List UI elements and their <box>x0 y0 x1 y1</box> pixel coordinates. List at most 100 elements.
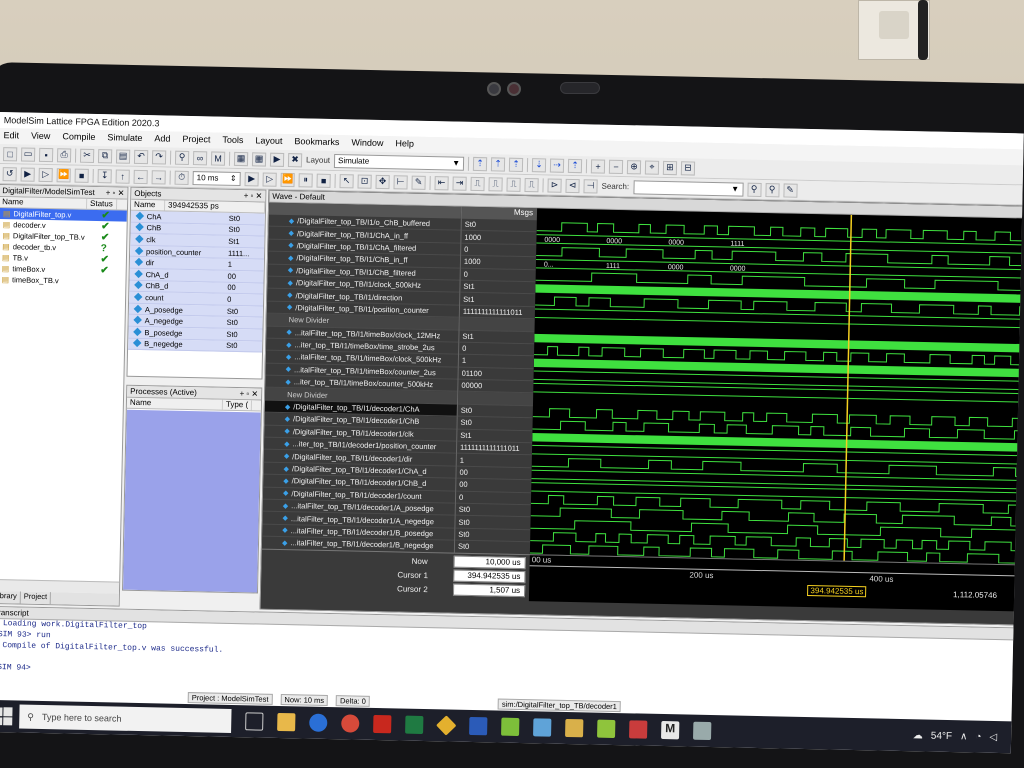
edge-rise-icon[interactable]: ⎍ <box>470 176 485 191</box>
edge-prev-icon[interactable]: ⇤ <box>434 175 449 190</box>
app-red-icon[interactable] <box>629 720 648 739</box>
save-icon[interactable]: ▪ <box>38 147 54 162</box>
pane-controls-icon[interactable]: + ▫ ✕ <box>106 188 125 197</box>
stop-2-icon[interactable]: ■ <box>316 173 331 188</box>
modelsim-icon[interactable]: M <box>210 150 226 166</box>
compile-all-icon[interactable]: ▦ <box>251 151 267 167</box>
menu-item-bookmarks[interactable]: Bookmarks <box>294 136 339 149</box>
column-type[interactable]: Type ( <box>222 399 253 411</box>
windows-start-icon[interactable] <box>0 705 14 727</box>
edge-bus-icon[interactable]: ⎍ <box>524 177 539 192</box>
menu-item-view[interactable]: View <box>31 131 51 143</box>
waveform-canvas[interactable]: 0000 0000 0000 1111 0... 1111 0000 0000 <box>529 208 1024 565</box>
step-icon[interactable]: ⇡ <box>472 156 488 171</box>
cursor2-flag[interactable]: 1,112.05746 <box>953 590 997 600</box>
step-back-icon[interactable]: ⇣ <box>531 157 547 172</box>
modelsim-task-icon[interactable]: M <box>661 720 680 740</box>
excel-icon[interactable] <box>405 715 424 734</box>
app-blue-icon[interactable] <box>533 718 552 737</box>
taskbar-search[interactable]: ⚲ Type here to search <box>19 704 232 733</box>
continue-icon[interactable]: ⇢ <box>549 158 565 173</box>
zoom-in-icon[interactable]: + <box>590 158 606 174</box>
weather-icon[interactable]: ☁ <box>913 730 923 741</box>
search-options-icon[interactable]: ✎ <box>782 182 798 198</box>
edge-fall-icon[interactable]: ⎍ <box>488 176 503 192</box>
menu-item-compile[interactable]: Compile <box>62 131 95 144</box>
volume-icon[interactable]: ◁ <box>989 731 997 742</box>
continue-run-icon[interactable]: ▷ <box>38 167 53 182</box>
edit-mode-icon[interactable]: ✎ <box>411 175 426 190</box>
column-name[interactable]: Name <box>126 397 224 410</box>
collapse-icon[interactable]: ⊲ <box>565 178 580 193</box>
stop-icon[interactable]: ■ <box>74 168 89 183</box>
file-explorer-icon[interactable] <box>277 712 296 732</box>
menu-item-tools[interactable]: Tools <box>222 135 243 147</box>
cut-icon[interactable]: ✂ <box>79 148 95 163</box>
search-go-icon[interactable]: ⚲ <box>746 182 762 197</box>
menu-item-project[interactable]: Project <box>182 134 210 147</box>
object-filter[interactable]: 394942535 ps <box>164 200 266 213</box>
object-row[interactable]: B_negedge St0 <box>128 338 263 353</box>
weather-temp[interactable]: 54°F <box>931 730 952 741</box>
app-yellow-icon[interactable] <box>565 718 584 738</box>
menu-item-layout[interactable]: Layout <box>255 135 282 148</box>
menu-item-add[interactable]: Add <box>154 133 170 145</box>
menu-item-window[interactable]: Window <box>351 137 383 150</box>
right-icon[interactable]: → <box>151 169 166 184</box>
cursor1-flag[interactable]: 394.942535 us <box>807 585 867 598</box>
cursor2-label[interactable]: Cursor 2 <box>397 584 428 597</box>
binoculars-icon[interactable]: ∞ <box>192 150 208 165</box>
redo-icon[interactable]: ↷ <box>151 149 167 164</box>
run-length-input[interactable]: 10 ms ⇕ <box>192 170 241 186</box>
cursor2-value[interactable]: 1,507 us <box>452 583 526 598</box>
cursor1-label[interactable]: Cursor 1 <box>397 570 428 583</box>
paste-icon[interactable]: ▤ <box>115 148 131 164</box>
break-icon[interactable]: ✖ <box>287 152 303 167</box>
copy-icon[interactable]: ⧉ <box>97 148 113 163</box>
compile-icon[interactable]: ▦ <box>233 151 249 166</box>
edge-icon[interactable] <box>309 713 328 732</box>
select-mode-icon[interactable]: ↖ <box>339 173 354 188</box>
column-status[interactable]: Status <box>86 198 117 210</box>
app-lime-icon[interactable] <box>597 719 616 739</box>
word-icon[interactable] <box>469 716 488 736</box>
find-icon[interactable]: ⚲ <box>174 150 190 165</box>
zoom-mode-icon[interactable]: ⊡ <box>357 174 372 189</box>
expand-icon[interactable]: ⊳ <box>547 177 562 193</box>
menu-item-help[interactable]: Help <box>395 138 414 150</box>
new-icon[interactable]: □ <box>2 146 18 161</box>
run-icon[interactable]: ▶ <box>20 166 35 182</box>
zoom-range-icon[interactable]: ⊞ <box>662 160 678 175</box>
open-icon[interactable]: ▭ <box>20 146 36 162</box>
restart-icon[interactable]: ⇡ <box>567 158 583 173</box>
zoom-out-icon[interactable]: − <box>608 159 624 174</box>
menu-item-edit[interactable]: Edit <box>3 130 19 142</box>
search-input[interactable]: ▼ <box>633 179 744 197</box>
insert-cursor-icon[interactable]: ⊣ <box>583 178 598 194</box>
edge-next-icon[interactable]: ⇥ <box>452 175 467 191</box>
print-icon[interactable]: ⎙ <box>56 147 72 162</box>
app-diamond-icon[interactable] <box>436 715 457 736</box>
run-length-run-icon[interactable]: ▶ <box>244 171 259 186</box>
left-icon[interactable]: ← <box>133 169 148 184</box>
tab-library[interactable]: Library <box>0 590 21 604</box>
pane-controls-icon[interactable]: + ▫ ✕ <box>239 389 258 398</box>
restart-sim-icon[interactable]: ↺ <box>2 166 17 181</box>
zoom-full-icon[interactable]: ⊕ <box>626 159 642 174</box>
search-prev-icon[interactable]: ⚲ <box>764 182 780 197</box>
run-continue-icon[interactable]: ▷ <box>262 172 277 187</box>
zoom-cursor-icon[interactable]: ⌖ <box>644 160 660 175</box>
run-all-2-icon[interactable]: ⏩ <box>280 172 295 187</box>
pan-mode-icon[interactable]: ✥ <box>375 174 390 189</box>
break-2-icon[interactable]: ⏸ <box>298 172 313 188</box>
cursor-mode-icon[interactable]: ⊢ <box>393 174 408 190</box>
cursor1-value[interactable]: 394.942535 us <box>453 569 526 584</box>
task-view-icon[interactable] <box>245 712 264 731</box>
zoom-last-icon[interactable]: ⊟ <box>680 160 696 176</box>
app-green-icon[interactable] <box>501 717 520 737</box>
step-out-icon[interactable]: ⇡ <box>508 157 524 172</box>
up-icon[interactable]: ↑ <box>115 168 130 184</box>
app-gray-icon[interactable] <box>693 721 712 741</box>
column-name[interactable]: Name <box>0 197 88 209</box>
acrobat-icon[interactable] <box>373 714 392 734</box>
